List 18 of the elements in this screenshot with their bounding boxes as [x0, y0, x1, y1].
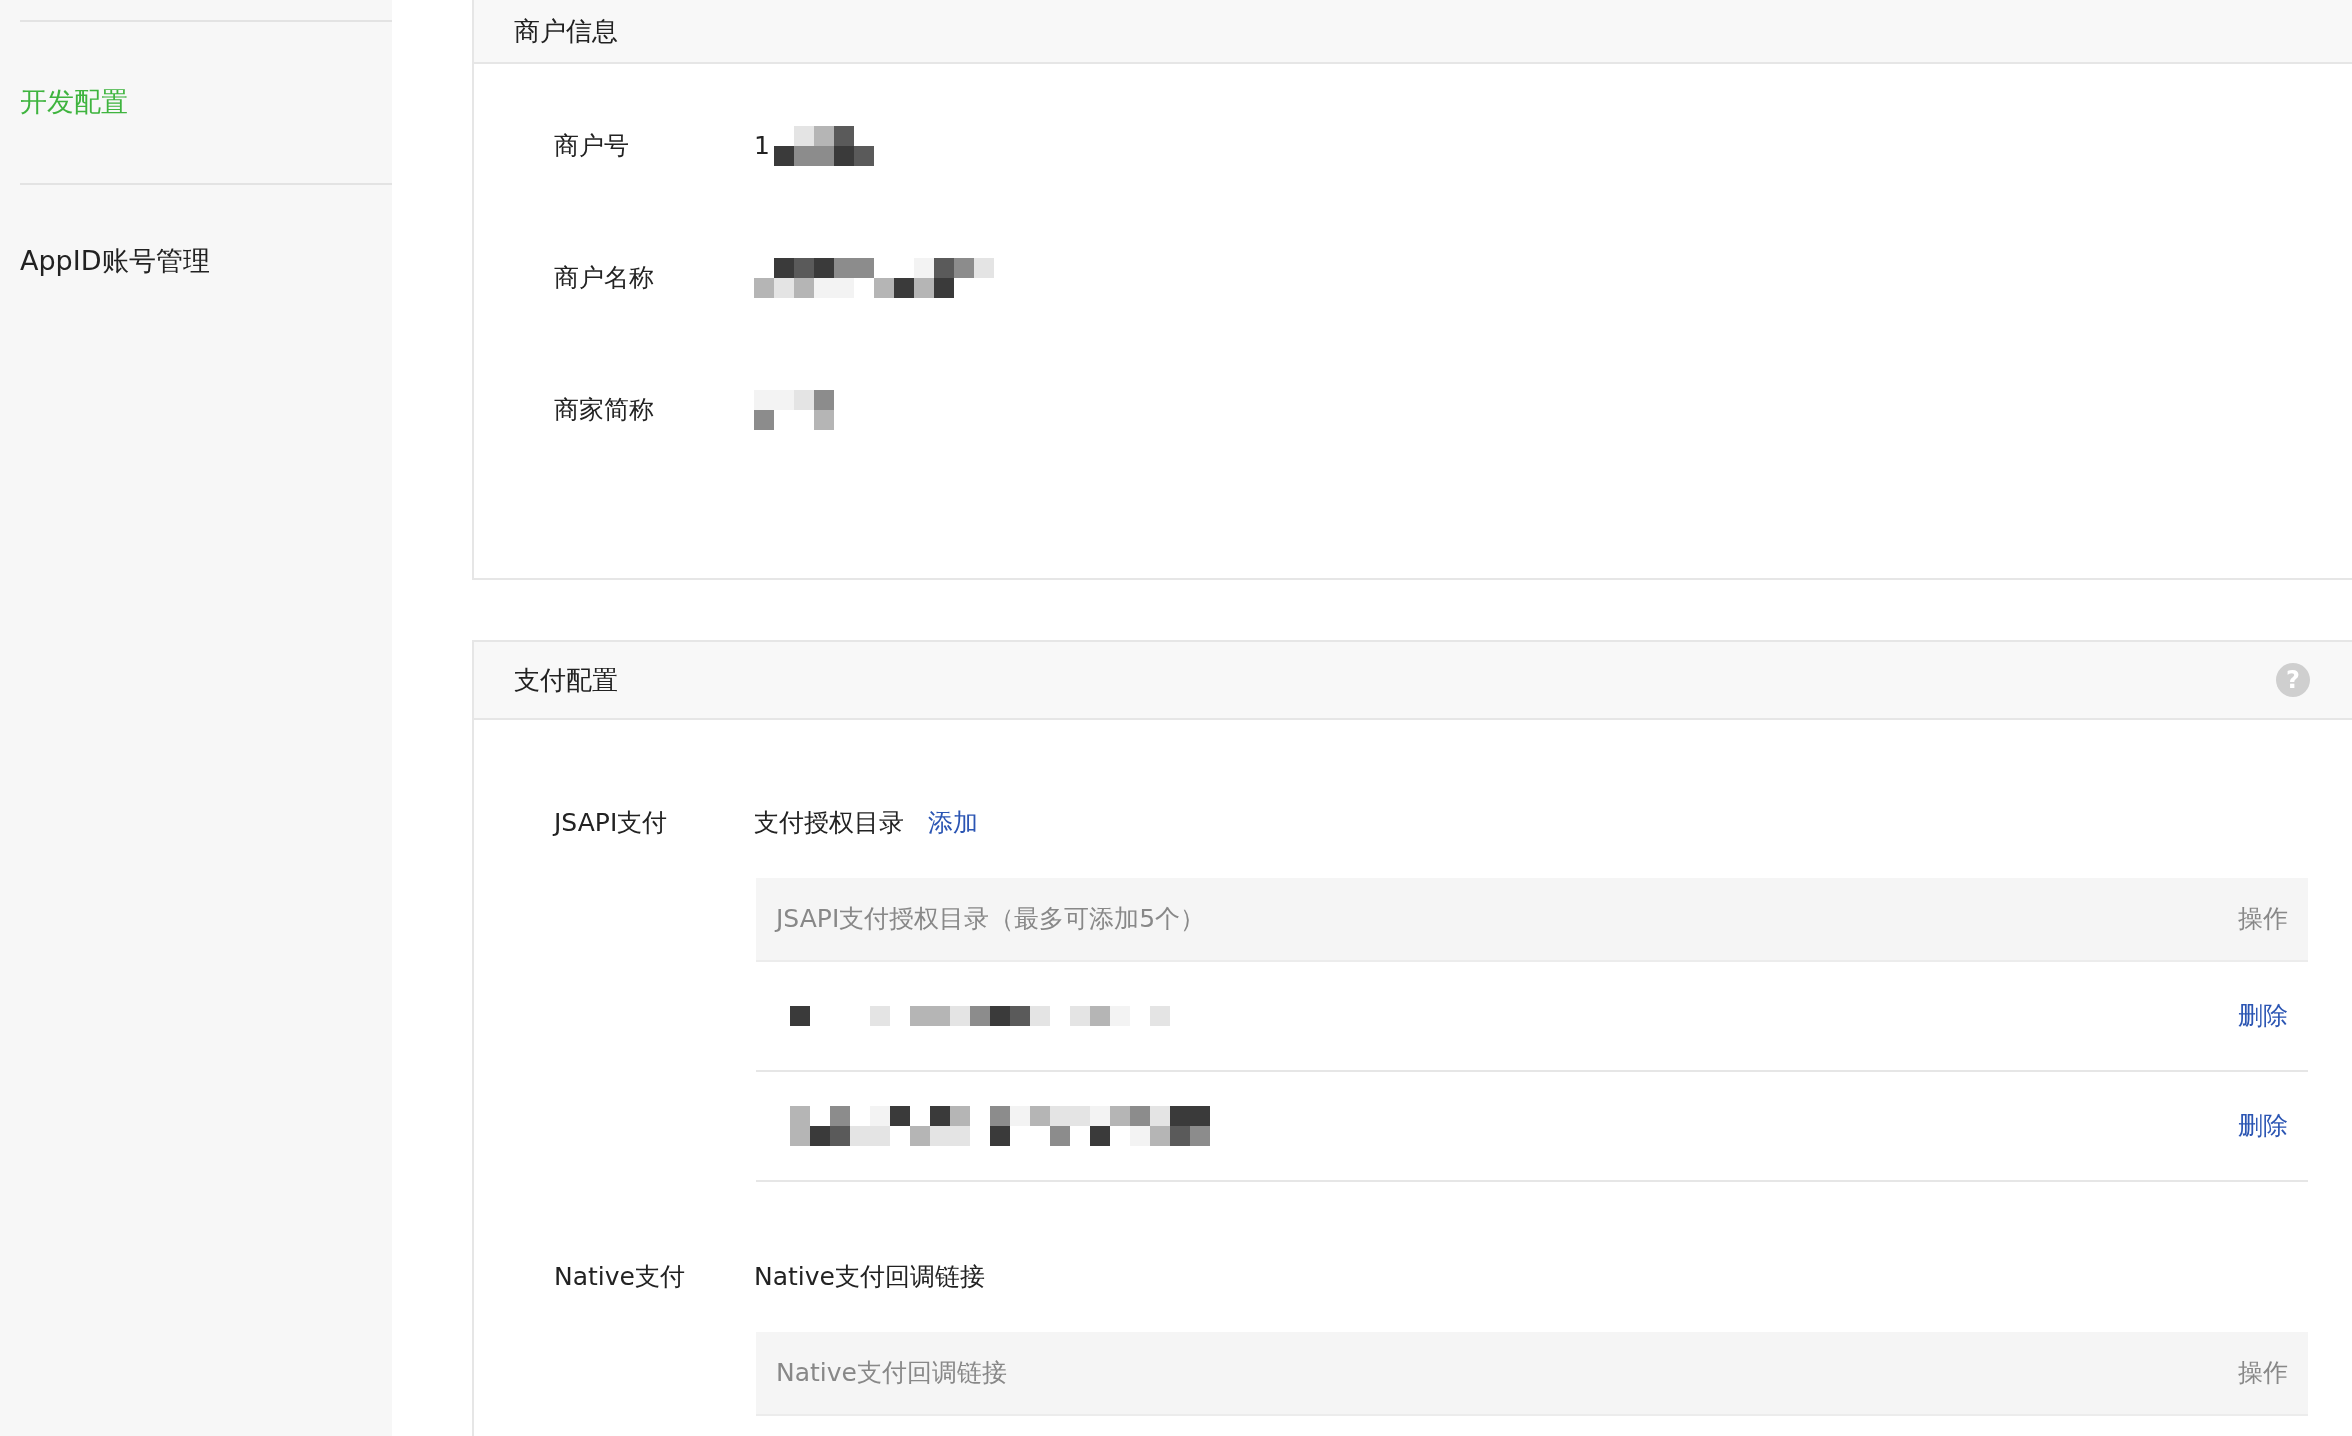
card-title: 商户信息: [514, 14, 618, 48]
column-header: 操作: [2238, 1357, 2288, 1390]
field-label: 商户号: [553, 130, 630, 163]
card-title: 支付配置: [514, 663, 618, 697]
sidebar-item[interactable]: AppID账号管理: [20, 183, 392, 336]
section-label: Native支付: [553, 1261, 686, 1294]
add-link[interactable]: 添加: [928, 804, 978, 842]
column-header: 操作: [2238, 903, 2288, 936]
section-subtitle: 支付授权目录: [754, 807, 904, 840]
column-header: Native支付回调链接: [776, 1357, 1007, 1390]
field-label: 商家简称: [553, 394, 655, 427]
section-subtitle: Native支付回调链接: [754, 1261, 985, 1294]
section-label: JSAPI支付: [551, 807, 669, 840]
delete-link[interactable]: 删除: [2238, 1107, 2288, 1145]
field-value: 1: [754, 130, 770, 163]
column-header: JSAPI支付授权目录（最多可添加5个）: [776, 903, 1206, 936]
field-label: 商户名称: [553, 262, 655, 295]
delete-link[interactable]: 删除: [2238, 997, 2288, 1035]
